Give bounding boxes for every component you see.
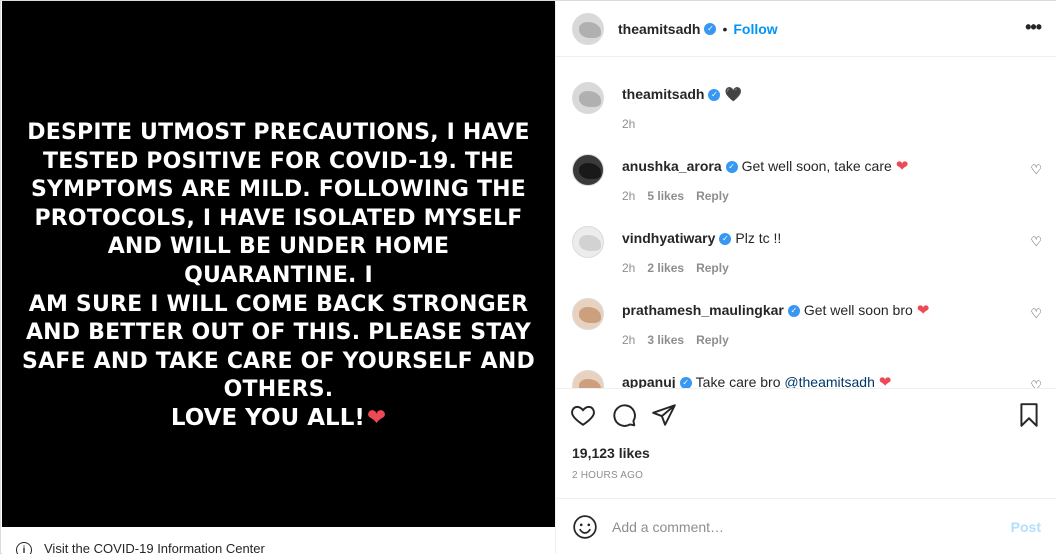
media-line: DESPITE UTMOST PRECAUTIONS, I HAVE <box>27 120 530 145</box>
emoji-smiley-icon[interactable] <box>572 514 598 540</box>
comment-item: appanuj ✓ Take care bro @theamitsadh ❤ ♡ <box>572 370 1042 388</box>
comment-time[interactable]: 2h <box>622 261 635 275</box>
post-dialog: DESPITE UTMOST PRECAUTIONS, I HAVE TESTE… <box>0 0 1056 554</box>
comment-text: Plz tc !! <box>735 230 782 246</box>
comment-username[interactable]: appanuj <box>622 374 676 388</box>
avatar[interactable] <box>572 226 604 258</box>
post-actions: 19,123 likes 2 HOURS AGO <box>556 388 1056 498</box>
more-options-icon[interactable]: ••• <box>1025 17 1042 38</box>
avatar[interactable] <box>572 154 604 186</box>
reply-button[interactable]: Reply <box>696 189 729 203</box>
comment-text: Take care bro <box>695 374 781 388</box>
like-comment-icon[interactable]: ♡ <box>1030 378 1042 388</box>
comment-text: Get well soon bro <box>803 302 913 318</box>
covid-info-label: Visit the COVID-19 Information Center <box>44 541 265 554</box>
media-line: PROTOCOLS, I HAVE ISOLATED MYSELF <box>34 205 523 231</box>
caption-body: theamitsadh ✓ 🖤 <box>622 85 1012 103</box>
share-direct-icon[interactable] <box>651 402 677 428</box>
caption-time[interactable]: 2h <box>622 117 635 131</box>
media-line: TESTED POSITIVE FOR COVID-19. THE <box>43 148 514 174</box>
info-icon: i <box>16 542 32 554</box>
reply-button[interactable]: Reply <box>696 333 729 347</box>
comment-mention[interactable]: @theamitsadh <box>784 374 874 388</box>
comment-meta: 2h 2 likes Reply <box>622 261 729 275</box>
post-sidebar: theamitsadh ✓ • Follow ••• theamitsadh ✓ 🖤… <box>555 1 1056 554</box>
separator-dot: • <box>722 20 728 37</box>
header-username[interactable]: theamitsadh <box>618 21 700 37</box>
comment-input[interactable]: Add a comment… <box>612 519 1011 535</box>
comment-time[interactable]: 2h <box>622 333 635 347</box>
avatar[interactable] <box>572 12 604 45</box>
post-comment-button[interactable]: Post <box>1011 519 1041 535</box>
reply-button[interactable]: Reply <box>696 261 729 275</box>
comment-meta: 2h 5 likes Reply <box>622 189 729 203</box>
verified-badge-icon: ✓ <box>708 89 721 102</box>
avatar[interactable] <box>572 370 604 388</box>
heart-emoji-icon: ❤ <box>878 374 892 388</box>
comment-text: Get well soon, take care <box>741 158 892 174</box>
caption-username[interactable]: theamitsadh <box>622 86 704 102</box>
comment-likes[interactable]: 5 likes <box>647 189 684 203</box>
heart-emoji-icon: ❤ <box>895 158 909 175</box>
comment-body: appanuj ✓ Take care bro @theamitsadh ❤ <box>622 373 1012 388</box>
comment-bubble-icon[interactable] <box>611 402 637 428</box>
comment-username[interactable]: prathamesh_maulingkar <box>622 302 784 318</box>
media-line: SAFE AND TAKE CARE OF YOURSELF AND <box>22 348 535 374</box>
verified-badge-icon: ✓ <box>679 377 692 388</box>
black-heart-emoji-icon: 🖤 <box>724 86 742 102</box>
media-line: OTHERS. <box>223 377 334 403</box>
media-message: DESPITE UTMOST PRECAUTIONS, I HAVE TESTE… <box>22 119 535 405</box>
heart-emoji-icon: ❤ <box>366 405 387 431</box>
comment-item: prathamesh_maulingkar ✓ Get well soon bro … <box>572 298 1042 358</box>
comment-body: anushka_arora ✓ Get well soon, take care ❤ <box>622 157 1012 176</box>
follow-button[interactable]: Follow <box>733 21 777 37</box>
post-time[interactable]: 2 HOURS AGO <box>572 470 643 481</box>
comment-username[interactable]: vindhyatiwary <box>622 230 715 246</box>
comment-item: vindhyatiwary ✓ Plz tc !! 2h 2 likes Reply… <box>572 226 1042 286</box>
covid-info-link[interactable]: i Visit the COVID-19 Information Center <box>2 527 555 554</box>
comment-likes[interactable]: 2 likes <box>647 261 684 275</box>
likes-count[interactable]: 19,123 likes <box>572 445 650 461</box>
media-line: AND WILL BE UNDER HOME QUARANTINE. I <box>107 234 450 288</box>
heart-emoji-icon: ❤ <box>916 302 930 319</box>
media-line: AM SURE I WILL COME BACK STRONGER <box>28 291 529 317</box>
comment-item: anushka_arora ✓ Get well soon, take care ❤… <box>572 154 1042 214</box>
post-media[interactable]: DESPITE UTMOST PRECAUTIONS, I HAVE TESTE… <box>2 1 555 554</box>
comment-body: vindhyatiwary ✓ Plz tc !! <box>622 229 1012 247</box>
verified-badge-icon: ✓ <box>704 22 717 35</box>
verified-badge-icon: ✓ <box>787 305 800 318</box>
comment-username[interactable]: anushka_arora <box>622 158 722 174</box>
post-header: theamitsadh ✓ • Follow ••• <box>556 1 1056 57</box>
comment-time[interactable]: 2h <box>622 189 635 203</box>
add-comment-bar: Add a comment… Post <box>556 498 1056 554</box>
media-line: SYMPTOMS ARE MILD. FOLLOWING THE <box>30 177 527 203</box>
caption-meta: 2h <box>622 117 635 131</box>
like-comment-icon[interactable]: ♡ <box>1030 234 1042 250</box>
comment-likes[interactable]: 3 likes <box>647 333 684 347</box>
like-heart-icon[interactable] <box>570 402 596 428</box>
avatar[interactable] <box>572 82 604 114</box>
comment-meta: 2h 3 likes Reply <box>622 333 729 347</box>
like-comment-icon[interactable]: ♡ <box>1030 306 1042 322</box>
media-signoff: LOVE YOU ALL! ❤ <box>22 405 535 431</box>
comment-body: prathamesh_maulingkar ✓ Get well soon bro … <box>622 301 1012 320</box>
signoff-text: LOVE YOU ALL! <box>170 405 365 431</box>
verified-badge-icon: ✓ <box>719 233 732 246</box>
comments-list[interactable]: theamitsadh ✓ 🖤 2h anushka_arora ✓ Get well … <box>556 58 1056 388</box>
save-bookmark-icon[interactable] <box>1016 402 1042 428</box>
like-comment-icon[interactable]: ♡ <box>1030 162 1042 178</box>
verified-badge-icon: ✓ <box>725 161 738 174</box>
caption: theamitsadh ✓ 🖤 2h <box>572 82 1042 142</box>
avatar[interactable] <box>572 298 604 330</box>
media-line: AND BETTER OUT OF THIS. PLEASE STAY <box>25 320 532 346</box>
